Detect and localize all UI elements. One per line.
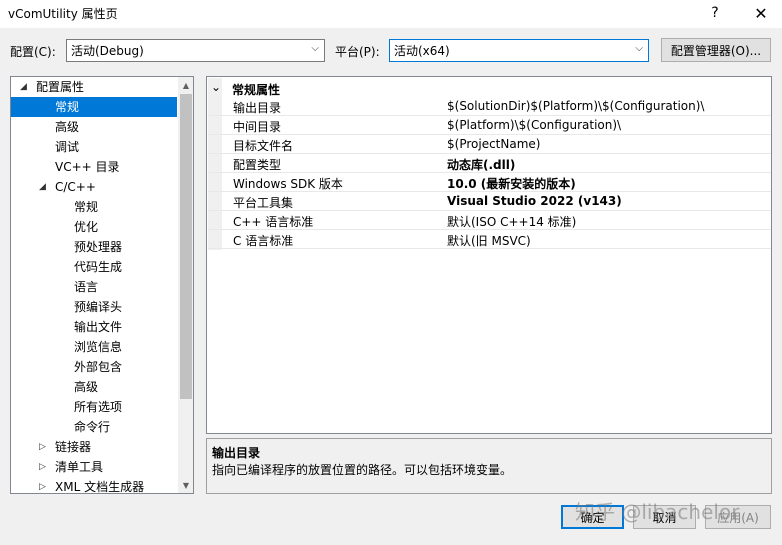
tree-item[interactable]: 常规 (11, 97, 177, 117)
close-icon[interactable]: ✕ (744, 0, 778, 26)
property-row[interactable]: Windows SDK 版本 10.0 (最新安装的版本) (208, 173, 771, 192)
tree-item[interactable]: 优化 (11, 217, 177, 237)
watermark: 知乎 @libachelor (575, 500, 740, 524)
platform-value: 活动(x64) (394, 44, 450, 58)
chevron-down-icon: ⌵ (311, 43, 319, 54)
property-row[interactable]: 输出目录 $(SolutionDir)$(Platform)\$(Configur… (208, 97, 771, 116)
tree-item-label: VC++ 目录 (55, 160, 120, 174)
property-value[interactable]: 10.0 (最新安装的版本) (447, 175, 576, 192)
property-name: 目标文件名 (233, 139, 294, 153)
chevron-down-icon: ⌵ (635, 43, 643, 54)
tree-item[interactable]: 输出文件 (11, 317, 177, 337)
tree-item[interactable]: 高级 (11, 377, 177, 397)
tree-item-label: 链接器 (55, 440, 92, 454)
property-value[interactable]: $(SolutionDir)$(Platform)\$(Configuratio… (447, 99, 704, 113)
property-value[interactable]: $(Platform)\$(Configuration)\ (447, 118, 621, 132)
tree-item-label: 优化 (74, 220, 99, 234)
property-value[interactable]: 默认(旧 MSVC) (447, 232, 531, 249)
property-value[interactable]: 动态库(.dll) (447, 156, 515, 173)
property-value[interactable]: $(ProjectName) (447, 137, 540, 151)
tree-item[interactable]: 语言 (11, 277, 177, 297)
tree-item-label: 常规 (55, 100, 80, 114)
tree-item-label: 语言 (74, 280, 99, 294)
tree-item[interactable]: ◢ 配置属性 (11, 77, 177, 97)
tree-item[interactable]: 高级 (11, 117, 177, 137)
tree-item[interactable]: 命令行 (11, 417, 177, 437)
property-row[interactable]: 目标文件名 $(ProjectName) (208, 135, 771, 154)
tree-item-label: 预处理器 (74, 240, 123, 254)
tree-item-label: 高级 (74, 380, 99, 394)
property-grid: ⌄ 常规属性 输出目录 $(SolutionDir)$(Platform)\$(C… (206, 76, 772, 434)
property-name: 输出目录 (233, 101, 282, 115)
tree-item[interactable]: 所有选项 (11, 397, 177, 417)
property-name: 平台工具集 (233, 196, 294, 210)
expand-arrow-icon[interactable]: ▷ (39, 477, 46, 493)
tree-item[interactable]: 调试 (11, 137, 177, 157)
config-label: 配置(C): (10, 45, 56, 59)
tree-item-label: 命令行 (74, 420, 111, 434)
property-value[interactable]: Visual Studio 2022 (v143) (447, 194, 622, 208)
tree-item[interactable]: ▷ 清单工具 (11, 457, 177, 477)
tree-item-label: 清单工具 (55, 460, 104, 474)
tree-item-label: 浏览信息 (74, 340, 123, 354)
tree-item[interactable]: ▷ 链接器 (11, 437, 177, 457)
section-expander-icon[interactable]: ⌄ (211, 80, 221, 94)
expand-arrow-icon[interactable]: ▷ (39, 437, 46, 457)
tree-item-label: 常规 (74, 200, 99, 214)
tree-item-label: 调试 (55, 140, 80, 154)
platform-combobox[interactable]: 活动(x64) ⌵ (389, 39, 649, 62)
tree-item-label: 外部包含 (74, 360, 123, 374)
tree-item-label: 配置属性 (36, 80, 85, 94)
tree-item[interactable]: 常规 (11, 197, 177, 217)
description-text: 指向已编译程序的放置位置的路径。可以包括环境变量。 (212, 463, 513, 477)
grid-rows: 输出目录 $(SolutionDir)$(Platform)\$(Configur… (207, 97, 771, 257)
tree-item-label: 代码生成 (74, 260, 123, 274)
tree-item[interactable]: 浏览信息 (11, 337, 177, 357)
property-value[interactable]: 默认(ISO C++14 标准) (447, 213, 576, 230)
property-name: C 语言标准 (233, 234, 294, 248)
config-manager-button[interactable]: 配置管理器(O)... (661, 38, 771, 62)
section-title: 常规属性 (232, 83, 281, 97)
description-pane: 输出目录 指向已编译程序的放置位置的路径。可以包括环境变量。 (206, 438, 772, 494)
tree-item-label: C/C++ (55, 180, 96, 194)
config-combobox[interactable]: 活动(Debug) ⌵ (66, 39, 325, 62)
tree-item[interactable]: ◢ C/C++ (11, 177, 177, 197)
property-name: C++ 语言标准 (233, 215, 314, 229)
property-row[interactable]: 中间目录 $(Platform)\$(Configuration)\ (208, 116, 771, 135)
property-name: Windows SDK 版本 (233, 177, 343, 191)
tree-item[interactable]: 预处理器 (11, 237, 177, 257)
property-name: 中间目录 (233, 120, 282, 134)
tree-item[interactable]: VC++ 目录 (11, 157, 177, 177)
tree-item-label: 高级 (55, 120, 80, 134)
tree-item[interactable]: ▷ XML 文档生成器 (11, 477, 177, 494)
tree-item[interactable]: 代码生成 (11, 257, 177, 277)
tree-item[interactable]: 外部包含 (11, 357, 177, 377)
collapse-arrow-icon[interactable]: ◢ (39, 177, 46, 197)
property-row[interactable]: C 语言标准 默认(旧 MSVC) (208, 230, 771, 249)
scroll-down-icon[interactable]: ▼ (178, 477, 193, 493)
tree-item-label: 预编译头 (74, 300, 123, 314)
title-bar: vComUtility 属性页 ? ✕ (0, 0, 782, 28)
expand-arrow-icon[interactable]: ▷ (39, 457, 46, 477)
window-title: vComUtility 属性页 (8, 7, 118, 21)
property-row[interactable]: 配置类型 动态库(.dll) (208, 154, 771, 173)
tree-item-label: 所有选项 (74, 400, 123, 414)
tree-item-label: 输出文件 (74, 320, 123, 334)
property-row[interactable]: C++ 语言标准 默认(ISO C++14 标准) (208, 211, 771, 230)
tree-rows: ◢ 配置属性 常规 高级 调试 VC++ 目录 ◢ C/C++ 常规 优化 预处理器 代码生成 语言 预编… (11, 77, 178, 493)
scroll-thumb[interactable] (180, 94, 192, 399)
category-tree: ◢ 配置属性 常规 高级 调试 VC++ 目录 ◢ C/C++ 常规 优化 预处理器 代码生成 语言 预编… (10, 76, 194, 494)
tree-item[interactable]: 预编译头 (11, 297, 177, 317)
platform-label: 平台(P): (335, 45, 380, 59)
collapse-arrow-icon[interactable]: ◢ (20, 77, 27, 97)
tree-scrollbar[interactable]: ▲ ▼ (178, 77, 193, 493)
scroll-up-icon[interactable]: ▲ (178, 77, 193, 93)
property-row[interactable]: 平台工具集 Visual Studio 2022 (v143) (208, 192, 771, 211)
tree-item-label: XML 文档生成器 (55, 480, 145, 494)
description-title: 输出目录 (212, 446, 261, 460)
config-value: 活动(Debug) (71, 44, 144, 58)
property-name: 配置类型 (233, 158, 282, 172)
help-button[interactable]: ? (698, 0, 732, 26)
